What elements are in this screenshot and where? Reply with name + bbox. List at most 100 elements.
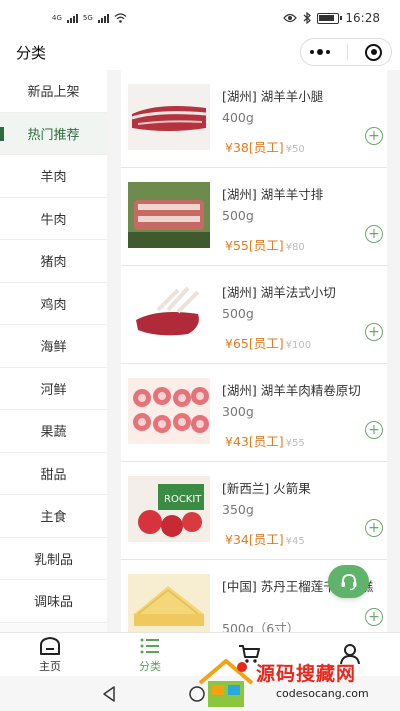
tab-category-label: 分类: [139, 659, 161, 673]
sidebar-item-label: 海鲜: [40, 340, 67, 356]
sidebar-item-label: 乳制品: [33, 552, 73, 568]
product-price: ¥55[员工] ¥80: [225, 235, 305, 254]
sidebar-item-7[interactable]: 河鲜: [0, 367, 107, 410]
original-price: ¥80: [285, 242, 305, 253]
product-name: [湖州] 湖羊羊寸排: [222, 187, 324, 202]
headset-icon: [341, 573, 356, 590]
sidebar-item-label: 主食: [40, 510, 67, 526]
employee-price: ¥38[员工]: [225, 140, 284, 155]
sidebar-item-label: 牛肉: [40, 212, 67, 228]
category-list-icon: [140, 638, 159, 653]
product-card[interactable]: [湖州] 湖羊法式小切 500g ¥65[员工] ¥100 +: [121, 266, 387, 364]
network-label-left: 4G: [52, 14, 62, 22]
product-name: [新西兰] 火箭果: [222, 481, 311, 496]
signal-icon-2: [97, 13, 109, 23]
employee-price: ¥43[员工]: [225, 434, 284, 449]
sidebar-item-1[interactable]: 热门推荐: [0, 112, 107, 155]
product-weight: 500g: [222, 306, 254, 321]
product-weight: 350g: [222, 502, 254, 517]
sidebar-item-0[interactable]: 新品上架: [0, 70, 107, 113]
product-name: [湖州] 湖羊羊肉精卷原切: [222, 383, 361, 398]
sidebar-item-label: 猪肉: [40, 255, 67, 271]
product-name: [湖州] 湖羊羊小腿: [222, 89, 324, 104]
product-weight: 300g: [222, 404, 254, 419]
add-to-cart-icon[interactable]: +: [365, 127, 383, 145]
miniprogram-capsule: [300, 38, 392, 66]
product-name: [湖州] 湖羊法式小切: [222, 285, 336, 300]
top-navbar: 分类: [0, 36, 400, 68]
sidebar-item-label: 羊肉: [40, 170, 67, 186]
sidebar-item-12[interactable]: 调味品: [0, 580, 107, 623]
product-image[interactable]: ROCKIT: [128, 476, 210, 542]
product-list: [湖州] 湖羊羊小腿 400g ¥38[员工] ¥50 + [湖州] 湖羊羊寸排 500g ¥…: [107, 70, 400, 632]
product-image[interactable]: [128, 280, 210, 346]
home-icon: [40, 636, 60, 655]
tab-home-label: 主页: [39, 659, 61, 673]
product-image[interactable]: [128, 182, 210, 248]
product-weight: 400g: [222, 110, 254, 125]
sidebar-item-10[interactable]: 主食: [0, 495, 107, 538]
add-to-cart-icon[interactable]: +: [365, 421, 383, 439]
product-card[interactable]: [湖州] 湖羊羊小腿 400g ¥38[员工] ¥50 +: [121, 70, 387, 168]
original-price: ¥100: [285, 340, 312, 351]
customer-service-button[interactable]: [328, 565, 369, 598]
wifi-icon: [114, 13, 127, 23]
sidebar-item-2[interactable]: 羊肉: [0, 155, 107, 198]
sidebar-item-11[interactable]: 乳制品: [0, 537, 107, 580]
watermark-title: 源码搜藏网: [256, 663, 357, 685]
product-weight: 500g（6寸）: [222, 621, 300, 632]
sidebar-item-label: 调味品: [33, 595, 73, 611]
product-price: ¥43[员工] ¥55: [225, 431, 305, 450]
house-logo-icon: [198, 659, 254, 707]
product-price: ¥34[员工] ¥45: [225, 529, 305, 548]
bluetooth-icon: [304, 12, 312, 24]
more-options-icon[interactable]: [309, 49, 330, 55]
svg-text:ROCKIT: ROCKIT: [164, 494, 202, 505]
product-image[interactable]: [128, 574, 210, 632]
sidebar-item-3[interactable]: 牛肉: [0, 197, 107, 240]
employee-price: ¥34[员工]: [225, 532, 284, 547]
tab-category[interactable]: 分类: [100, 633, 200, 676]
sidebar-item-4[interactable]: 猪肉: [0, 240, 107, 283]
capsule-divider: [346, 44, 348, 60]
page-title: 分类: [16, 43, 47, 62]
original-price: ¥50: [285, 144, 305, 155]
sidebar-item-8[interactable]: 果蔬: [0, 410, 107, 453]
add-to-cart-icon[interactable]: +: [365, 225, 383, 243]
signal-icon: [66, 13, 78, 23]
sidebar-item-9[interactable]: 甜品: [0, 452, 107, 495]
watermark-subtitle: codesocang.com: [276, 687, 369, 700]
network-indicators: 4G 5G: [52, 13, 127, 23]
sidebar-item-label: 热门推荐: [27, 127, 80, 143]
product-image[interactable]: [128, 84, 210, 150]
add-to-cart-icon[interactable]: +: [365, 519, 383, 537]
sidebar-item-label: 果蔬: [40, 425, 67, 441]
product-card[interactable]: [湖州] 湖羊羊肉精卷原切 300g ¥43[员工] ¥55 +: [121, 364, 387, 462]
category-sidebar: 新品上架热门推荐羊肉牛肉猪肉鸡肉海鲜河鲜果蔬甜品主食乳制品调味品: [0, 70, 107, 632]
status-bar: 4G 5G 16:28: [0, 0, 400, 36]
employee-price: ¥65[员工]: [225, 336, 284, 351]
sidebar-item-label: 鸡肉: [40, 297, 67, 313]
original-price: ¥55: [285, 438, 305, 449]
sidebar-item-label: 河鲜: [40, 382, 67, 398]
sidebar-item-label: 甜品: [40, 467, 67, 483]
tab-home[interactable]: 主页: [0, 633, 100, 676]
product-card[interactable]: ROCKIT [新西兰] 火箭果 350g ¥34[员工] ¥45 +: [121, 462, 387, 560]
close-miniprogram-icon[interactable]: [365, 43, 383, 61]
employee-price: ¥55[员工]: [225, 238, 284, 253]
add-to-cart-icon[interactable]: +: [365, 323, 383, 341]
clock: 16:28: [345, 11, 380, 25]
add-to-cart-icon[interactable]: +: [365, 608, 383, 626]
sidebar-item-label: 新品上架: [27, 85, 80, 101]
product-image[interactable]: [128, 378, 210, 444]
network-label-right: 5G: [82, 14, 93, 22]
product-price: ¥65[员工] ¥100: [225, 333, 311, 352]
product-card[interactable]: [湖州] 湖羊羊寸排 500g ¥55[员工] ¥80 +: [121, 168, 387, 266]
sidebar-item-5[interactable]: 鸡肉: [0, 282, 107, 325]
product-price: ¥38[员工] ¥50: [225, 137, 305, 156]
sidebar-item-6[interactable]: 海鲜: [0, 325, 107, 368]
back-icon[interactable]: [100, 685, 118, 703]
battery-icon: [317, 12, 343, 24]
eye-icon: [283, 13, 298, 23]
watermark-logo: 源码搜藏网 codesocang.com: [196, 655, 400, 711]
